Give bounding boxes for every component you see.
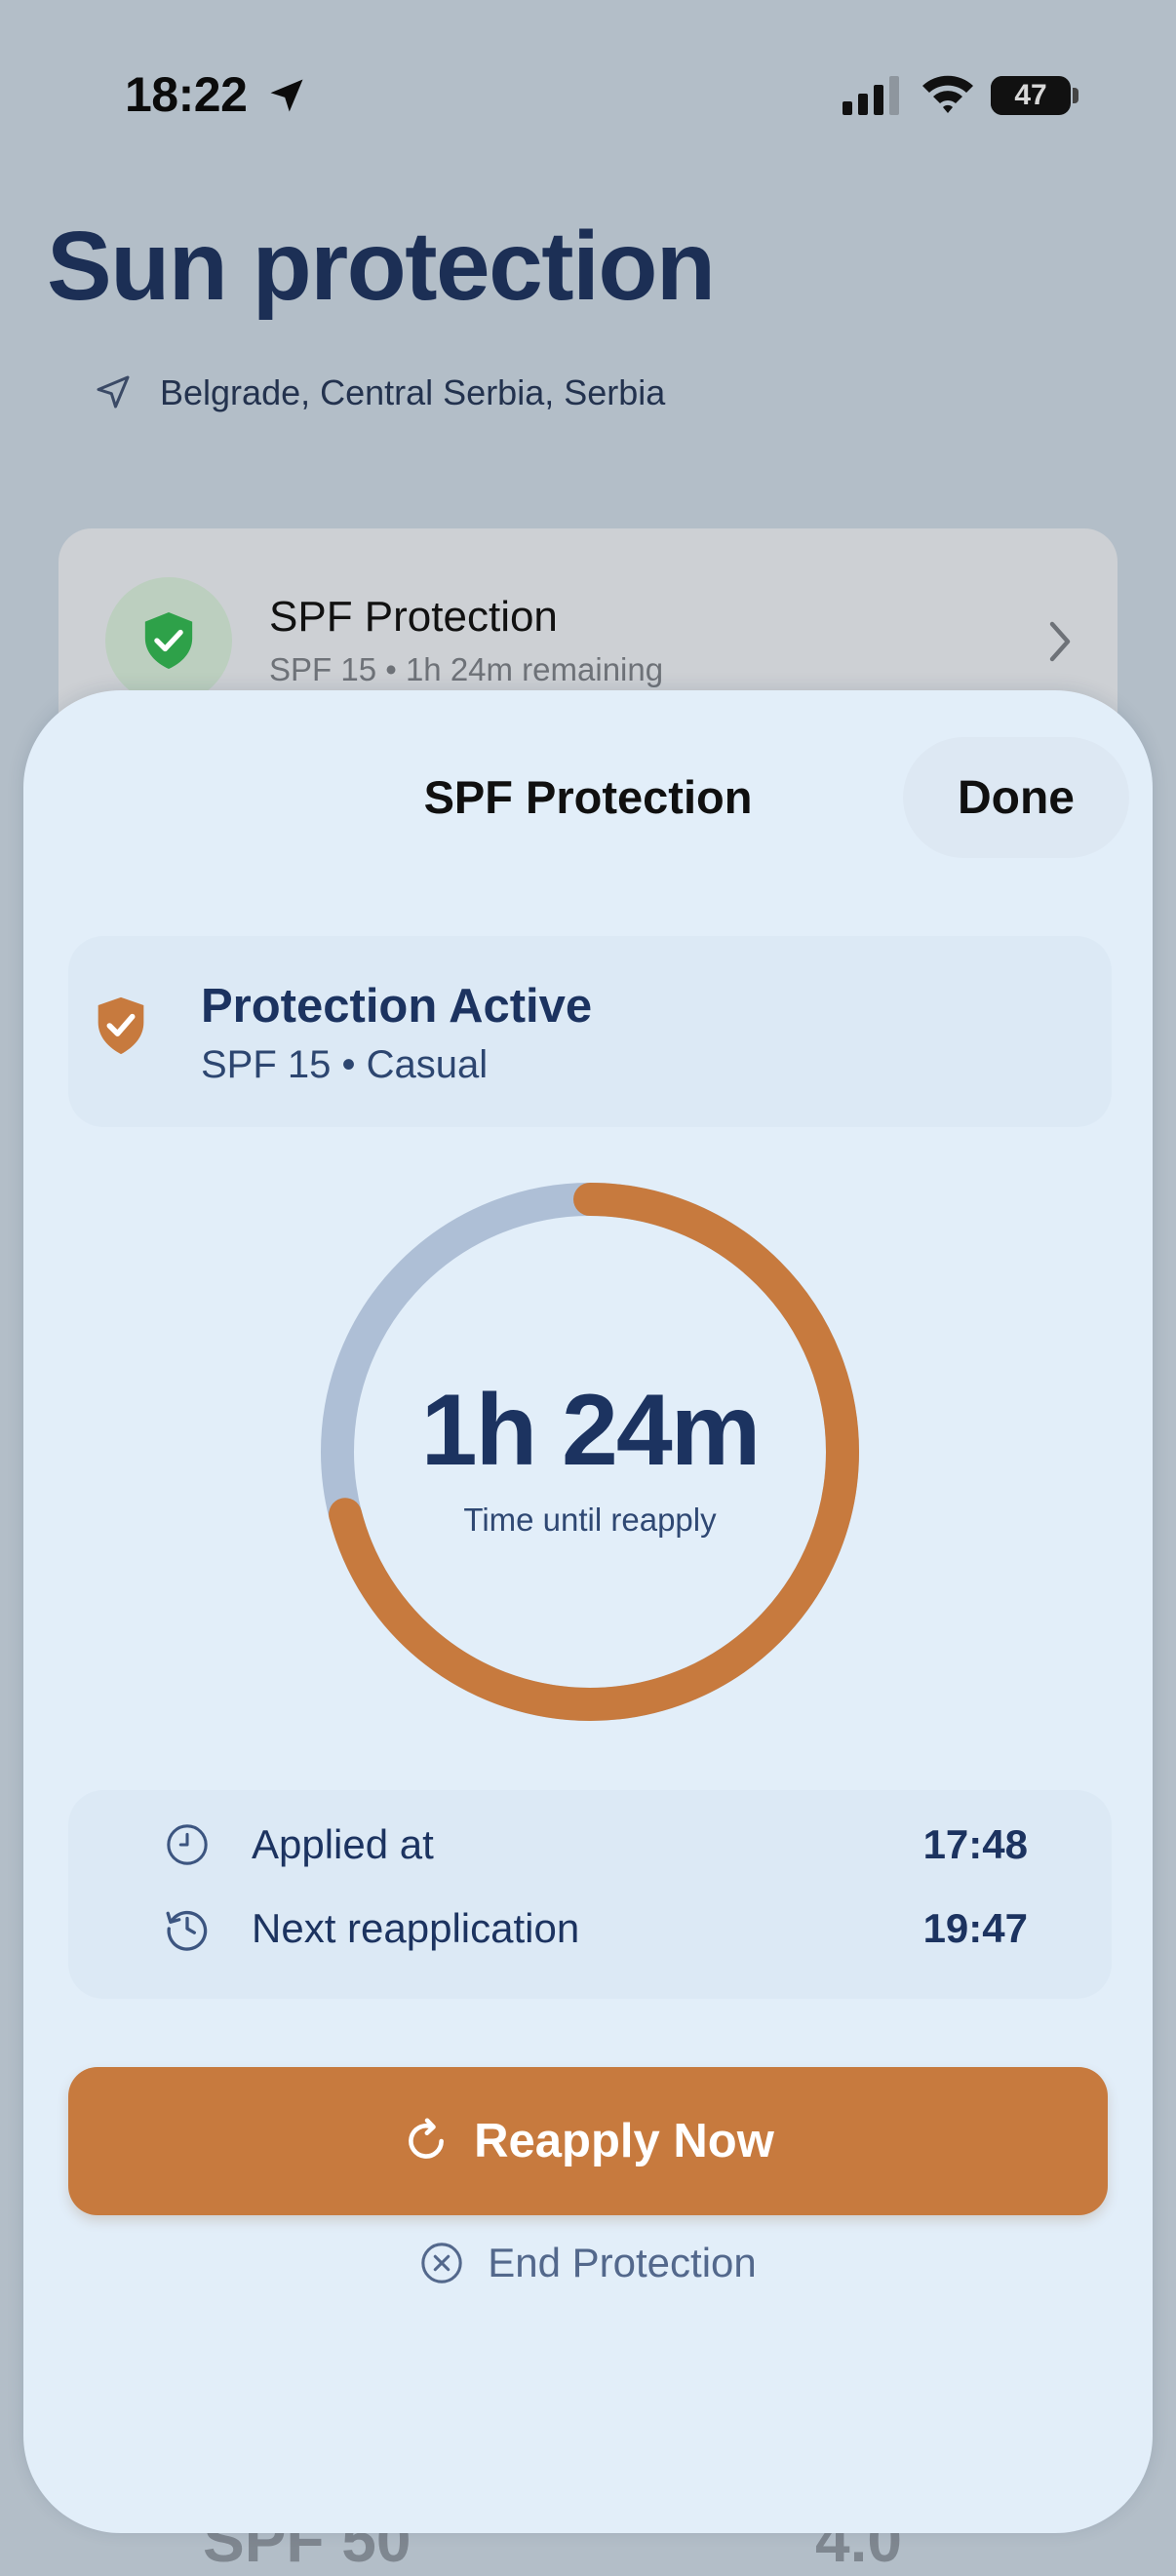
card-shield-badge xyxy=(105,577,232,704)
spf-protection-sheet: SPF Protection Done Protection Active SP… xyxy=(23,690,1153,2533)
shield-check-icon xyxy=(98,996,144,1055)
refresh-icon xyxy=(409,2118,445,2159)
location-arrow-icon xyxy=(270,79,303,112)
signal-icon xyxy=(843,76,899,115)
applied-at-value: 17:48 xyxy=(922,1821,1028,1867)
reapply-now-label: Reapply Now xyxy=(474,2115,774,2167)
card-subtitle: SPF 15 • 1h 24m remaining xyxy=(269,651,664,687)
application-times-card: Applied at 17:48 Next reapplication 19:4… xyxy=(68,1790,1112,1999)
next-reapplication-value: 19:47 xyxy=(922,1905,1028,1951)
card-title: SPF Protection xyxy=(269,593,558,641)
status-time: 18:22 xyxy=(125,67,248,122)
page-title: Sun protection xyxy=(47,212,716,321)
end-protection-label: End Protection xyxy=(488,2240,757,2285)
protection-status-title: Protection Active xyxy=(201,980,593,1033)
history-icon xyxy=(162,1903,213,1954)
shield-check-icon xyxy=(144,612,193,669)
x-circle-icon xyxy=(421,2243,462,2283)
location-arrow-icon xyxy=(97,375,130,409)
location-text[interactable]: Belgrade, Central Serbia, Serbia xyxy=(160,372,665,413)
done-button[interactable]: Done xyxy=(903,737,1129,858)
battery-cap xyxy=(1073,88,1078,103)
chevron-right-icon xyxy=(1049,621,1071,662)
applied-at-label: Applied at xyxy=(252,1821,434,1867)
end-protection-button[interactable]: End Protection xyxy=(23,2219,1153,2307)
wifi-icon xyxy=(922,75,973,113)
next-reapplication-row: Next reapplication 19:47 xyxy=(162,1897,1028,1960)
clock-icon xyxy=(162,1819,213,1870)
protection-status-subtitle: SPF 15 • Casual xyxy=(201,1043,489,1086)
reapply-now-button[interactable]: Reapply Now xyxy=(68,2067,1108,2215)
countdown-value: 1h 24m xyxy=(420,1374,761,1487)
countdown-caption: Time until reapply xyxy=(463,1502,717,1538)
battery-icon: 47 xyxy=(991,76,1071,115)
applied-at-row: Applied at 17:48 xyxy=(162,1814,1028,1876)
battery-level-text: 47 xyxy=(1014,79,1047,111)
next-reapplication-label: Next reapplication xyxy=(252,1905,580,1951)
